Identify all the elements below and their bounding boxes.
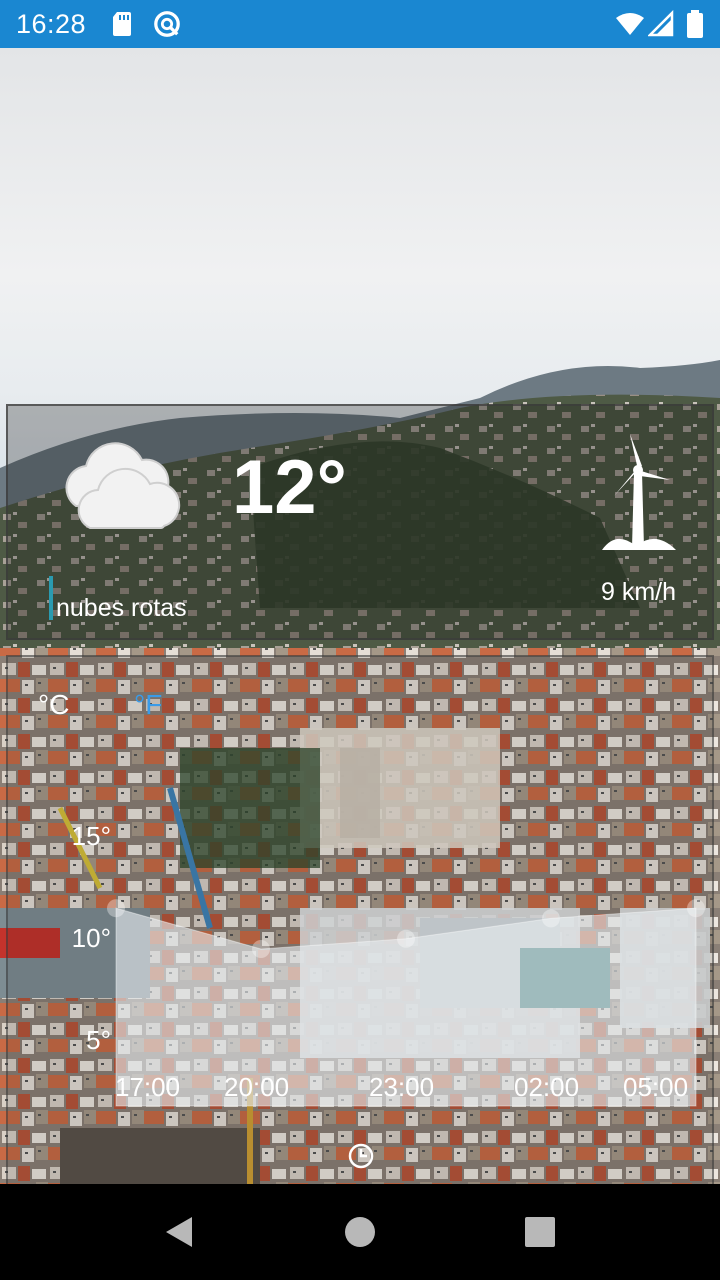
recents-button[interactable] bbox=[480, 1184, 600, 1280]
x-tick-label: 02:00 bbox=[514, 1072, 580, 1102]
signal-icon bbox=[648, 10, 674, 37]
clock-icon[interactable] bbox=[347, 1142, 375, 1170]
temperature-point bbox=[107, 899, 125, 918]
back-icon bbox=[166, 1217, 192, 1247]
status-time: 16:28 bbox=[16, 9, 87, 39]
app-content: 12° nubes rotas 9 km/h °C °F 15° 10° 5° … bbox=[0, 48, 720, 1184]
sync-icon bbox=[154, 11, 180, 37]
navigation-bar bbox=[0, 1184, 720, 1280]
home-icon bbox=[345, 1217, 375, 1247]
status-bar: 16:28 bbox=[0, 0, 720, 48]
temperature-point bbox=[542, 909, 560, 928]
x-tick-label: 20:00 bbox=[224, 1072, 290, 1102]
temperature-point bbox=[397, 929, 415, 948]
recents-icon bbox=[525, 1217, 555, 1247]
current-weather-card[interactable]: 12° nubes rotas 9 km/h bbox=[6, 404, 714, 640]
condition-accent-bar bbox=[49, 576, 53, 620]
home-button[interactable] bbox=[300, 1184, 420, 1280]
battery-icon bbox=[687, 10, 703, 38]
temperature-point bbox=[687, 899, 705, 918]
x-tick-label: 17:00 bbox=[115, 1072, 181, 1102]
temperature-chart bbox=[107, 899, 705, 1107]
broken-clouds-icon bbox=[65, 442, 181, 530]
wind-speed: 9 km/h bbox=[600, 578, 676, 606]
wifi-icon bbox=[616, 13, 644, 35]
forecast-card: °C °F 15° 10° 5° 17:00 20:00 23:00 02:00… bbox=[6, 655, 714, 1184]
x-tick-label: 05:00 bbox=[623, 1072, 689, 1102]
back-button[interactable] bbox=[120, 1184, 240, 1280]
x-tick-label: 23:00 bbox=[369, 1072, 435, 1102]
sd-card-icon bbox=[113, 12, 131, 36]
weather-condition: nubes rotas bbox=[56, 594, 187, 622]
temperature-point bbox=[252, 940, 270, 958]
current-temperature: 12° bbox=[232, 445, 347, 530]
wind-turbine-icon bbox=[602, 434, 676, 550]
